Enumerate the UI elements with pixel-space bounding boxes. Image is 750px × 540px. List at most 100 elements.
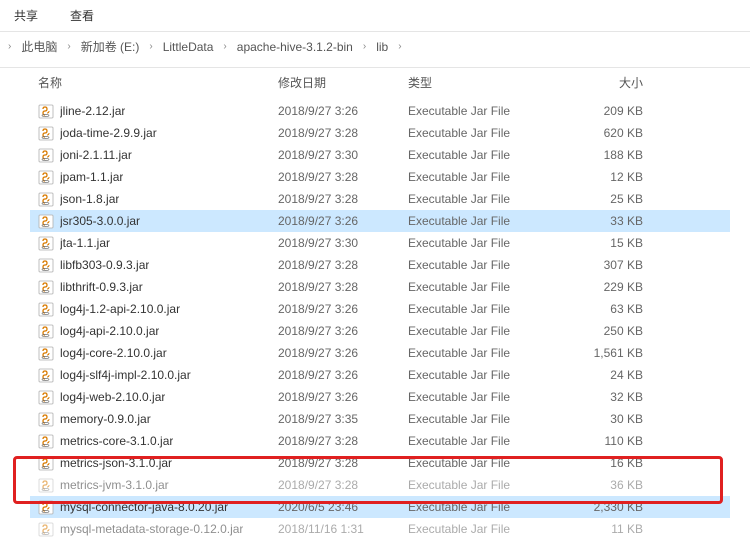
menu-item[interactable]: 共享	[8, 4, 44, 27]
file-row[interactable]: jpam-1.1.jar2018/9/27 3:28Executable Jar…	[30, 166, 730, 188]
file-row[interactable]: mysql-metadata-storage-0.12.0.jar2018/11…	[30, 518, 730, 540]
file-type: Executable Jar File	[408, 456, 558, 470]
column-headers: 名称 修改日期 类型 大小	[30, 68, 730, 100]
file-row[interactable]: libfb303-0.9.3.jar2018/9/27 3:28Executab…	[30, 254, 730, 276]
file-type: Executable Jar File	[408, 258, 558, 272]
file-name-cell[interactable]: log4j-api-2.10.0.jar	[30, 323, 278, 339]
file-row[interactable]: memory-0.9.0.jar2018/9/27 3:35Executable…	[30, 408, 730, 430]
file-name-cell[interactable]: jpam-1.1.jar	[30, 169, 278, 185]
file-name-cell[interactable]: jta-1.1.jar	[30, 235, 278, 251]
file-row[interactable]: log4j-1.2-api-2.10.0.jar2018/9/27 3:26Ex…	[30, 298, 730, 320]
file-date: 2018/9/27 3:28	[278, 258, 408, 272]
file-name-cell[interactable]: log4j-1.2-api-2.10.0.jar	[30, 301, 278, 317]
file-name-cell[interactable]: metrics-jvm-3.1.0.jar	[30, 477, 278, 493]
file-date: 2018/9/27 3:28	[278, 280, 408, 294]
file-name-cell[interactable]: json-1.8.jar	[30, 191, 278, 207]
file-size: 24 KB	[558, 368, 653, 382]
file-name-cell[interactable]: log4j-web-2.10.0.jar	[30, 389, 278, 405]
file-name-cell[interactable]: joni-2.1.11.jar	[30, 147, 278, 163]
jar-file-icon	[38, 521, 54, 537]
file-row[interactable]: mysql-connector-java-8.0.20.jar2020/6/5 …	[30, 496, 730, 518]
file-row[interactable]: metrics-json-3.1.0.jar2018/9/27 3:28Exec…	[30, 452, 730, 474]
breadcrumb-item[interactable]: lib	[372, 38, 392, 56]
breadcrumb-item[interactable]: LittleData	[159, 38, 218, 56]
header-type[interactable]: 类型	[408, 74, 558, 91]
file-row[interactable]: jline-2.12.jar2018/9/27 3:26Executable J…	[30, 100, 730, 122]
file-type: Executable Jar File	[408, 126, 558, 140]
jar-file-icon	[38, 323, 54, 339]
file-type: Executable Jar File	[408, 478, 558, 492]
chevron-right-icon: ›	[223, 41, 226, 52]
file-row[interactable]: log4j-web-2.10.0.jar2018/9/27 3:26Execut…	[30, 386, 730, 408]
file-size: 25 KB	[558, 192, 653, 206]
jar-file-icon	[38, 477, 54, 493]
breadcrumb-item[interactable]: apache-hive-3.1.2-bin	[233, 38, 357, 56]
file-name-cell[interactable]: jsr305-3.0.0.jar	[30, 213, 278, 229]
file-name-cell[interactable]: mysql-metadata-storage-0.12.0.jar	[30, 521, 278, 537]
file-row[interactable]: metrics-core-3.1.0.jar2018/9/27 3:28Exec…	[30, 430, 730, 452]
file-type: Executable Jar File	[408, 412, 558, 426]
file-name-cell[interactable]: log4j-core-2.10.0.jar	[30, 345, 278, 361]
file-size: 188 KB	[558, 148, 653, 162]
header-size[interactable]: 大小	[558, 74, 653, 91]
file-row[interactable]: jsr305-3.0.0.jar2018/9/27 3:26Executable…	[30, 210, 730, 232]
file-row[interactable]: libthrift-0.9.3.jar2018/9/27 3:28Executa…	[30, 276, 730, 298]
file-type: Executable Jar File	[408, 170, 558, 184]
file-size: 63 KB	[558, 302, 653, 316]
jar-file-icon	[38, 455, 54, 471]
file-row[interactable]: jta-1.1.jar2018/9/27 3:30Executable Jar …	[30, 232, 730, 254]
file-name-cell[interactable]: metrics-core-3.1.0.jar	[30, 433, 278, 449]
file-type: Executable Jar File	[408, 434, 558, 448]
jar-file-icon	[38, 389, 54, 405]
jar-file-icon	[38, 345, 54, 361]
file-size: 1,561 KB	[558, 346, 653, 360]
file-name-cell[interactable]: joda-time-2.9.9.jar	[30, 125, 278, 141]
jar-file-icon	[38, 301, 54, 317]
header-name[interactable]: 名称	[30, 74, 278, 91]
file-size: 620 KB	[558, 126, 653, 140]
file-name-cell[interactable]: jline-2.12.jar	[30, 103, 278, 119]
file-row[interactable]: log4j-slf4j-impl-2.10.0.jar2018/9/27 3:2…	[30, 364, 730, 386]
file-size: 2,330 KB	[558, 500, 653, 514]
file-name: json-1.8.jar	[60, 192, 119, 206]
file-row[interactable]: metrics-jvm-3.1.0.jar2018/9/27 3:28Execu…	[30, 474, 730, 496]
file-size: 209 KB	[558, 104, 653, 118]
file-name-cell[interactable]: log4j-slf4j-impl-2.10.0.jar	[30, 367, 278, 383]
file-name: memory-0.9.0.jar	[60, 412, 151, 426]
file-row[interactable]: joda-time-2.9.9.jar2018/9/27 3:28Executa…	[30, 122, 730, 144]
file-size: 110 KB	[558, 434, 653, 448]
file-date: 2018/11/16 1:31	[278, 522, 408, 536]
file-date: 2018/9/27 3:28	[278, 170, 408, 184]
file-date: 2018/9/27 3:26	[278, 302, 408, 316]
file-size: 229 KB	[558, 280, 653, 294]
jar-file-icon	[38, 103, 54, 119]
file-name-cell[interactable]: mysql-connector-java-8.0.20.jar	[30, 499, 278, 515]
jar-file-icon	[38, 279, 54, 295]
file-name: log4j-1.2-api-2.10.0.jar	[60, 302, 180, 316]
file-type: Executable Jar File	[408, 236, 558, 250]
file-name: joni-2.1.11.jar	[60, 148, 132, 162]
file-row[interactable]: log4j-api-2.10.0.jar2018/9/27 3:26Execut…	[30, 320, 730, 342]
header-date[interactable]: 修改日期	[278, 74, 408, 91]
file-name-cell[interactable]: libfb303-0.9.3.jar	[30, 257, 278, 273]
file-row[interactable]: json-1.8.jar2018/9/27 3:28Executable Jar…	[30, 188, 730, 210]
file-date: 2018/9/27 3:26	[278, 390, 408, 404]
file-date: 2018/9/27 3:30	[278, 236, 408, 250]
menu-item[interactable]: 查看	[64, 4, 100, 27]
file-name-cell[interactable]: libthrift-0.9.3.jar	[30, 279, 278, 295]
file-list: 名称 修改日期 类型 大小 jline-2.12.jar2018/9/27 3:…	[0, 68, 750, 540]
file-row[interactable]: log4j-core-2.10.0.jar2018/9/27 3:26Execu…	[30, 342, 730, 364]
chevron-right-icon: ›	[8, 41, 11, 52]
breadcrumb-item[interactable]: 此电脑	[17, 36, 61, 57]
breadcrumb: ›此电脑›新加卷 (E:)›LittleData›apache-hive-3.1…	[0, 32, 750, 68]
file-name: jline-2.12.jar	[60, 104, 125, 118]
chevron-right-icon: ›	[398, 41, 401, 52]
breadcrumb-item[interactable]: 新加卷 (E:)	[77, 36, 144, 57]
file-name: metrics-jvm-3.1.0.jar	[60, 478, 169, 492]
file-name-cell[interactable]: metrics-json-3.1.0.jar	[30, 455, 278, 471]
file-name: joda-time-2.9.9.jar	[60, 126, 157, 140]
file-size: 307 KB	[558, 258, 653, 272]
file-row[interactable]: joni-2.1.11.jar2018/9/27 3:30Executable …	[30, 144, 730, 166]
file-name-cell[interactable]: memory-0.9.0.jar	[30, 411, 278, 427]
file-name: log4j-web-2.10.0.jar	[60, 390, 165, 404]
